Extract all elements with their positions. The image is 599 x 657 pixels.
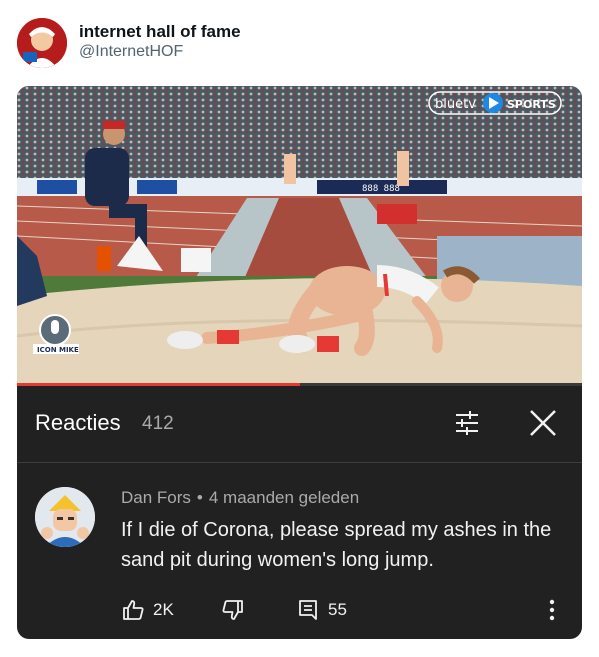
- reply-button[interactable]: 55: [296, 595, 347, 625]
- comment-time: 4 maanden geleden: [208, 488, 360, 507]
- comment-author[interactable]: Dan Fors: [121, 488, 191, 507]
- commenter-avatar[interactable]: [35, 487, 95, 547]
- scoreboard-text: 888 888: [362, 184, 400, 194]
- profile-avatar-icon: [17, 18, 67, 68]
- like-button[interactable]: 2K: [121, 595, 174, 625]
- video-frame[interactable]: 888 888 bluetv SPORTS ICON MIKE: [17, 86, 582, 386]
- close-icon[interactable]: [526, 406, 560, 440]
- dislike-button[interactable]: [221, 595, 245, 625]
- cartoon-avatar-icon: [35, 487, 95, 547]
- more-options-icon[interactable]: [548, 598, 556, 627]
- profile-avatar[interactable]: [17, 18, 67, 68]
- comment-reply-icon: [299, 600, 317, 620]
- reply-count: 55: [328, 600, 347, 619]
- tweet-header: internet hall of fame @InternetHOF: [17, 12, 577, 72]
- thumbs-down-icon: [222, 600, 243, 620]
- watermark-brand-right: SPORTS: [507, 98, 556, 111]
- watermark-badge-text: ICON MIKE: [37, 346, 79, 354]
- comment-text: If I die of Corona, please spread my ash…: [121, 519, 552, 571]
- user-handle[interactable]: @InternetHOF: [79, 42, 241, 62]
- reactions-header: Reacties 412: [17, 386, 582, 462]
- embedded-screenshot-card: 888 888 bluetv SPORTS ICON MIKE Reacties…: [17, 86, 582, 639]
- reactions-title: Reacties: [35, 410, 121, 435]
- separator-dot: •: [196, 488, 203, 507]
- filter-sliders-icon[interactable]: [452, 408, 482, 438]
- like-count: 2K: [153, 600, 174, 619]
- display-name[interactable]: internet hall of fame: [79, 22, 241, 42]
- comment-meta: Dan Fors • 4 maanden geleden: [121, 488, 359, 508]
- comment-actions: 2K 55: [17, 595, 582, 625]
- reactions-count: 412: [142, 413, 174, 434]
- thumbs-up-icon: [123, 600, 144, 620]
- comment-item: Dan Fors • 4 maanden geleden If I die of C…: [17, 463, 582, 639]
- watermark-brand-left: bluetv: [435, 97, 476, 112]
